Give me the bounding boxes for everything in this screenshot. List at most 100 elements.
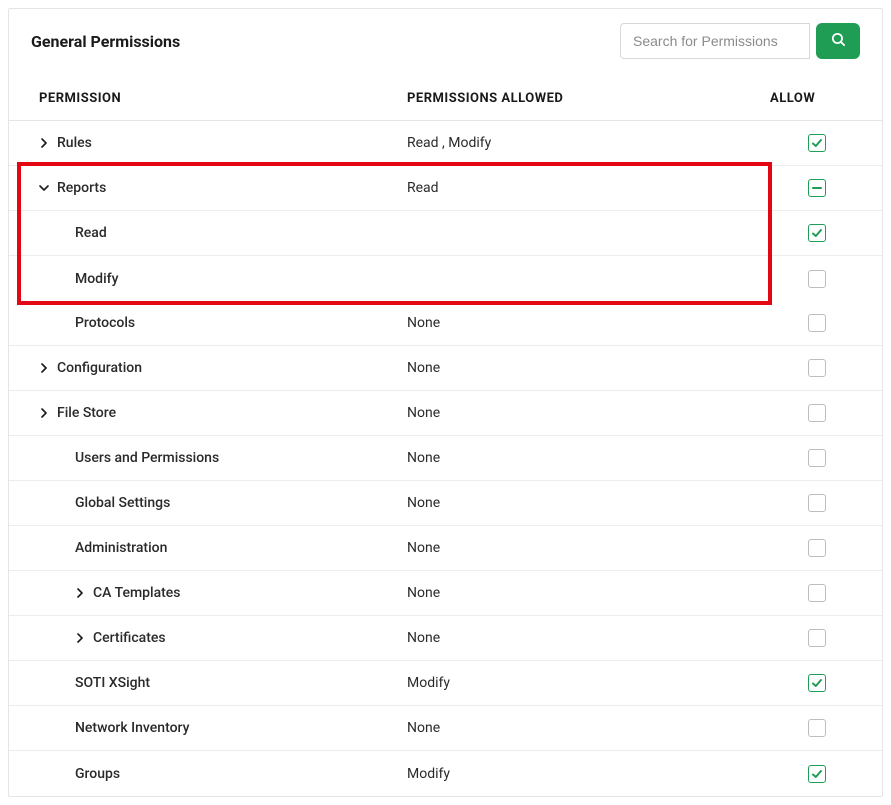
allow-cell: [808, 719, 860, 737]
permissions-allowed-value: None: [407, 315, 808, 331]
permissions-allowed-value: None: [407, 495, 808, 511]
label-cell: Users and Permissions: [9, 450, 407, 466]
allow-cell: [808, 359, 860, 377]
allow-checkbox-configuration[interactable]: [808, 359, 826, 377]
chevron-right-icon[interactable]: [37, 363, 51, 373]
permission-row-reports-read: Read: [9, 211, 882, 256]
permission-row-protocols: Protocols None: [9, 301, 882, 346]
permission-row-certificates: Certificates None: [9, 616, 882, 661]
permissions-allowed-value: None: [407, 450, 808, 466]
permissions-allowed-value: Modify: [407, 766, 808, 782]
permission-row-users-permissions: Users and Permissions None: [9, 436, 882, 481]
allow-cell: [808, 674, 860, 692]
permissions-allowed-value: Read , Modify: [407, 135, 808, 151]
permissions-allowed-value: None: [407, 630, 808, 646]
permission-row-soti-xsight: SOTI XSight Modify: [9, 661, 882, 706]
allow-cell: [808, 629, 860, 647]
allow-cell: [808, 449, 860, 467]
allow-cell: [808, 539, 860, 557]
permission-row-configuration: Configuration None: [9, 346, 882, 391]
chevron-right-icon[interactable]: [37, 138, 51, 148]
permissions-allowed-value: None: [407, 585, 808, 601]
permission-label: CA Templates: [93, 585, 181, 601]
table-header: PERMISSION PERMISSIONS ALLOWED ALLOW: [9, 73, 882, 121]
permission-row-ca-templates: CA Templates None: [9, 571, 882, 616]
rows-container: Rules Read , Modify Reports Read Read Modify P…: [9, 121, 882, 796]
permission-label: Reports: [57, 180, 106, 196]
permission-row-reports-modify: Modify: [9, 256, 882, 301]
chevron-right-icon[interactable]: [73, 588, 87, 598]
chevron-down-icon[interactable]: [37, 183, 51, 193]
search-input[interactable]: [620, 23, 810, 59]
permissions-allowed-value: None: [407, 360, 808, 376]
permissions-allowed-value: Modify: [407, 675, 808, 691]
panel-title: General Permissions: [31, 32, 180, 51]
permission-row-rules: Rules Read , Modify: [9, 121, 882, 166]
allow-checkbox-certificates[interactable]: [808, 629, 826, 647]
allow-checkbox-reports-read[interactable]: [808, 224, 826, 242]
permission-label: Network Inventory: [75, 720, 189, 736]
permission-label: Read: [75, 225, 107, 241]
allow-checkbox-groups[interactable]: [808, 765, 826, 783]
permission-label: SOTI XSight: [75, 675, 150, 691]
label-cell: Administration: [9, 540, 407, 556]
allow-checkbox-ca-templates[interactable]: [808, 584, 826, 602]
label-cell: Rules: [9, 135, 407, 151]
panel-header: General Permissions: [9, 9, 882, 73]
allow-cell: [808, 584, 860, 602]
allow-cell: [808, 404, 860, 422]
permissions-allowed-value: None: [407, 540, 808, 556]
label-cell: Groups: [9, 766, 407, 782]
search-container: [620, 23, 860, 59]
allow-checkbox-protocols[interactable]: [808, 314, 826, 332]
permissions-allowed-value: None: [407, 405, 808, 421]
allow-checkbox-global-settings[interactable]: [808, 494, 826, 512]
allow-cell: [808, 765, 860, 783]
permission-row-network-inventory: Network InventoryNone: [9, 706, 882, 751]
permission-label: Protocols: [75, 315, 135, 331]
label-cell: Modify: [9, 271, 407, 287]
allow-checkbox-file-store[interactable]: [808, 404, 826, 422]
permission-row-reports: Reports Read: [9, 166, 882, 211]
permission-label: Modify: [75, 271, 118, 287]
highlight-region: Reports Read Read Modify: [9, 166, 882, 301]
permission-label: Certificates: [93, 630, 166, 646]
label-cell: Global Settings: [9, 495, 407, 511]
label-cell: SOTI XSight: [9, 675, 407, 691]
label-cell: File Store: [9, 405, 407, 421]
permission-label: Administration: [75, 540, 167, 556]
allow-cell: [808, 179, 860, 197]
permission-label: Rules: [57, 135, 92, 151]
allow-cell: [808, 134, 860, 152]
allow-checkbox-reports[interactable]: [808, 179, 826, 197]
permission-label: Groups: [75, 766, 120, 782]
col-header-permission: PERMISSION: [39, 91, 407, 106]
chevron-right-icon[interactable]: [73, 633, 87, 643]
allow-checkbox-users-permissions[interactable]: [808, 449, 826, 467]
permission-label: Global Settings: [75, 495, 170, 511]
allow-cell: [808, 494, 860, 512]
label-cell: Certificates: [9, 630, 407, 646]
allow-cell: [808, 224, 860, 242]
col-header-allow: ALLOW: [770, 91, 860, 106]
permission-row-groups: Groups Modify: [9, 751, 882, 796]
allow-checkbox-reports-modify[interactable]: [808, 270, 826, 288]
permission-row-administration: Administration None: [9, 526, 882, 571]
allow-checkbox-network-inventory[interactable]: [808, 719, 826, 737]
permissions-allowed-value: Read: [407, 180, 808, 196]
col-header-permissions-allowed: PERMISSIONS ALLOWED: [407, 91, 770, 106]
allow-checkbox-administration[interactable]: [808, 539, 826, 557]
permission-label: Users and Permissions: [75, 450, 219, 466]
allow-checkbox-soti-xsight[interactable]: [808, 674, 826, 692]
label-cell: Read: [9, 225, 407, 241]
label-cell: Reports: [9, 180, 407, 196]
search-button[interactable]: [816, 23, 860, 59]
permission-label: File Store: [57, 405, 116, 421]
chevron-right-icon[interactable]: [37, 408, 51, 418]
label-cell: Protocols: [9, 315, 407, 331]
permission-label: Configuration: [57, 360, 142, 376]
allow-checkbox-rules[interactable]: [808, 134, 826, 152]
search-icon: [830, 31, 847, 51]
permission-row-file-store: File Store None: [9, 391, 882, 436]
label-cell: Network Inventory: [9, 720, 407, 736]
